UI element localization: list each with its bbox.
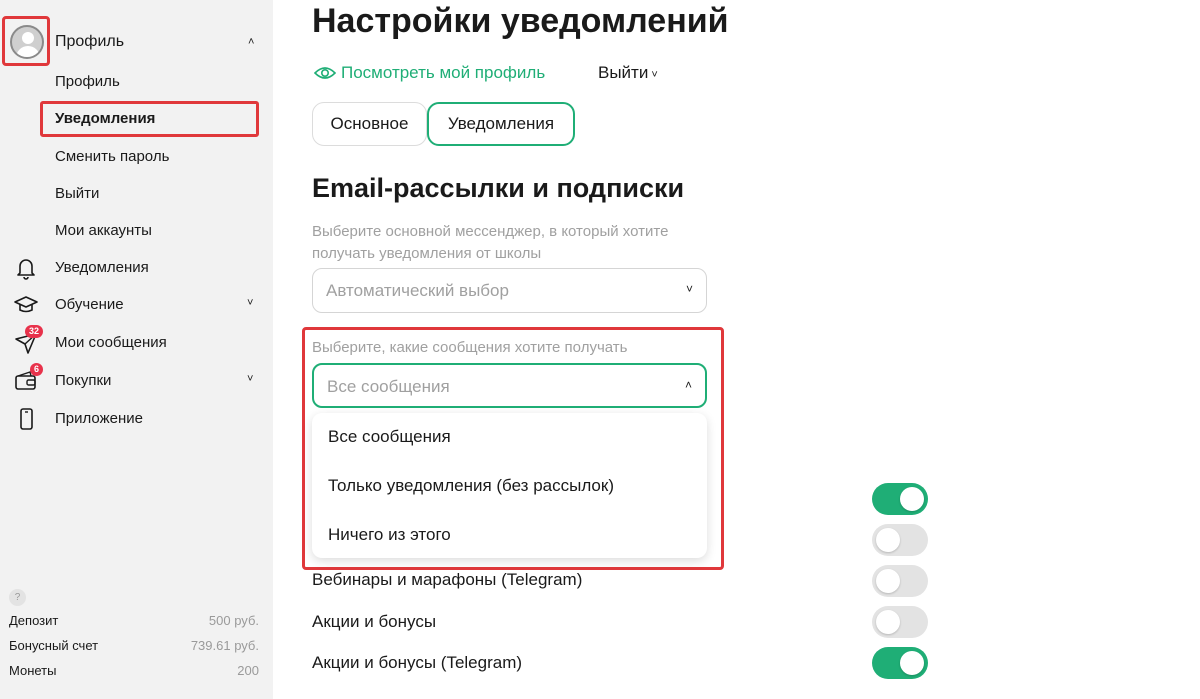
toggle-switch-1[interactable] bbox=[872, 483, 928, 515]
toggle-webinars-telegram[interactable] bbox=[872, 565, 928, 597]
messages-select-value: Все сообщения bbox=[327, 377, 450, 396]
messenger-select-value: Автоматический выбор bbox=[326, 281, 509, 300]
chevron-down-icon: ˅ bbox=[651, 69, 658, 81]
sidebar: Профиль ˄ Профиль Уведомления Сменить па… bbox=[0, 0, 273, 699]
chevron-up-icon: ˄ bbox=[248, 36, 255, 48]
balance-value: 200 bbox=[237, 663, 259, 678]
messages-dropdown-menu: Все сообщения Только уведомления (без ра… bbox=[312, 413, 707, 558]
dropdown-option-notifications-only[interactable]: Только уведомления (без рассылок) bbox=[328, 476, 614, 496]
balance-label: Бонусный счет bbox=[9, 638, 99, 653]
help-icon[interactable]: ? bbox=[9, 589, 26, 606]
section-title: Email-рассылки и подписки bbox=[312, 173, 685, 203]
sidebar-subitem-profile[interactable]: Профиль bbox=[55, 73, 120, 90]
sidebar-item-education[interactable]: Обучение ˅ bbox=[0, 291, 273, 321]
messenger-select[interactable]: Автоматический выбор ˅ bbox=[312, 268, 707, 313]
bell-icon bbox=[17, 259, 35, 280]
sidebar-subitem-my-accounts[interactable]: Мои аккаунты bbox=[55, 222, 152, 239]
balance-value: 500 руб. bbox=[208, 613, 259, 628]
balance-row-bonus: Бонусный счет 739.61 руб. bbox=[9, 638, 259, 656]
sidebar-item-label: Покупки bbox=[55, 372, 112, 389]
balance-row-deposit: Депозит 500 руб. bbox=[9, 613, 259, 631]
sidebar-subitem-change-password[interactable]: Сменить пароль bbox=[55, 148, 169, 165]
sidebar-item-purchases[interactable]: 6 Покупки ˅ bbox=[0, 363, 273, 397]
sidebar-item-label: Обучение bbox=[55, 296, 124, 313]
tab-notifications[interactable]: Уведомления bbox=[427, 102, 575, 146]
sidebar-item-messages[interactable]: 32 Мои сообщения bbox=[0, 325, 273, 359]
sidebar-item-notifications[interactable]: Уведомления bbox=[0, 254, 273, 284]
messages-select[interactable]: Все сообщения ˄ bbox=[312, 363, 707, 408]
balance-value: 739.61 руб. bbox=[190, 638, 259, 653]
eye-icon bbox=[314, 67, 336, 79]
setting-label-promotions-telegram: Акции и бонусы (Telegram) bbox=[312, 653, 523, 672]
chevron-down-icon: ˅ bbox=[247, 297, 254, 309]
messages-hint: Выберите, какие сообщения хотите получат… bbox=[312, 339, 628, 356]
avatar[interactable] bbox=[10, 25, 44, 59]
avatar-highlight bbox=[2, 16, 50, 66]
tab-basic[interactable]: Основное bbox=[312, 102, 427, 146]
graduation-cap-icon bbox=[14, 296, 38, 313]
view-profile-label: Посмотреть мой профиль bbox=[341, 63, 546, 82]
page-title: Настройки уведомлений bbox=[312, 2, 729, 40]
chevron-down-icon: ˅ bbox=[247, 373, 254, 385]
sidebar-item-label: Приложение bbox=[55, 410, 143, 427]
sidebar-item-app[interactable]: Приложение bbox=[0, 405, 273, 435]
toggle-promotions-telegram[interactable] bbox=[872, 647, 928, 679]
logout-dropdown[interactable]: Выйти ˅ bbox=[598, 63, 658, 83]
chevron-down-icon: ˅ bbox=[685, 282, 693, 296]
sidebar-subitem-notifications[interactable]: Уведомления bbox=[55, 110, 155, 127]
balance-label: Депозит bbox=[9, 613, 59, 628]
chevron-up-icon: ˄ bbox=[684, 378, 692, 392]
dropdown-option-all[interactable]: Все сообщения bbox=[328, 427, 451, 447]
logout-label: Выйти bbox=[598, 63, 649, 82]
messenger-hint: Выберите основной мессенджер, в который … bbox=[312, 223, 669, 262]
sidebar-item-label: Мои сообщения bbox=[55, 334, 167, 351]
balance-row-coins: Монеты 200 bbox=[9, 663, 259, 681]
messages-count-badge: 32 bbox=[25, 325, 43, 338]
dropdown-option-none[interactable]: Ничего из этого bbox=[328, 525, 451, 545]
sidebar-item-label: Уведомления bbox=[55, 259, 149, 276]
profile-menu-label: Профиль bbox=[55, 33, 125, 50]
setting-label-promotions: Акции и бонусы bbox=[312, 612, 437, 631]
setting-label-webinars-telegram: Вебинары и марафоны (Telegram) bbox=[312, 570, 583, 589]
toggle-promotions[interactable] bbox=[872, 606, 928, 638]
profile-menu-header[interactable]: Профиль ˄ bbox=[0, 16, 273, 70]
toggle-switch-2[interactable] bbox=[872, 524, 928, 556]
sidebar-subitem-logout[interactable]: Выйти bbox=[55, 185, 99, 202]
balance-label: Монеты bbox=[9, 663, 57, 678]
smartphone-icon bbox=[20, 408, 33, 430]
purchases-count-badge: 6 bbox=[30, 363, 43, 376]
